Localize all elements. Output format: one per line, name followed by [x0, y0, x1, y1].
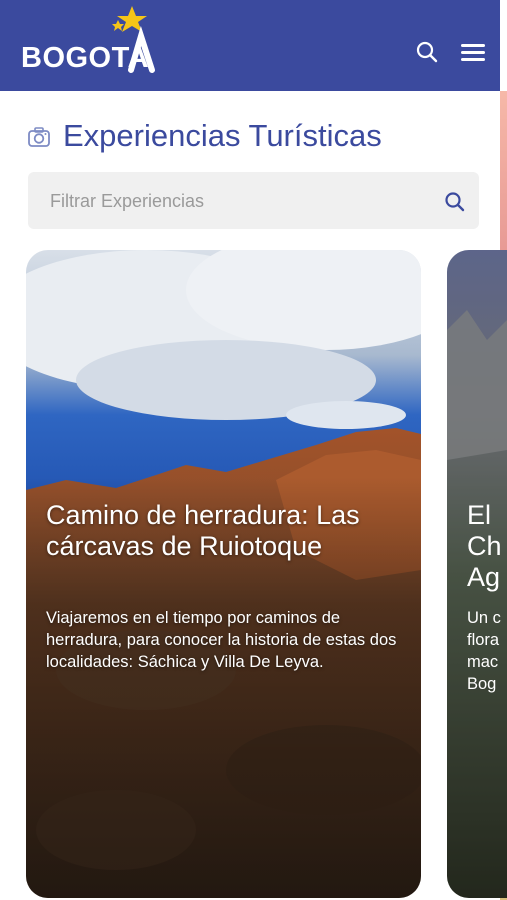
filter-input[interactable] — [48, 172, 432, 231]
card-overlay — [26, 250, 421, 898]
brand-name: BOGOTA — [21, 42, 150, 74]
search-icon — [416, 41, 438, 63]
experience-card[interactable]: Camino de herradura: Las cárcavas de Rui… — [26, 250, 421, 898]
hamburger-menu-icon — [461, 44, 485, 61]
card-title: Camino de herradura: Las cárcavas de Rui… — [46, 500, 360, 561]
menu-button[interactable] — [459, 40, 487, 64]
filter-bar — [28, 172, 479, 231]
experience-card-next[interactable]: El Ch Ag Un c flora mac Bog — [447, 250, 507, 898]
page-title: Experiencias Turísticas — [63, 118, 382, 153]
search-icon — [445, 192, 465, 212]
section-header: Experiencias Turísticas — [27, 118, 487, 158]
bogota-logo[interactable]: BOGOTA — [21, 4, 161, 84]
filter-search-button[interactable] — [443, 190, 467, 214]
app-header: BOGOTA — [0, 0, 500, 91]
header-search-button[interactable] — [415, 40, 439, 64]
card-description: Viajaremos en el tiempo por caminos de h… — [46, 609, 397, 671]
camera-icon — [28, 127, 50, 147]
card-title: El Ch Ag — [467, 500, 502, 592]
card-description: Un c flora mac Bog — [467, 609, 501, 693]
